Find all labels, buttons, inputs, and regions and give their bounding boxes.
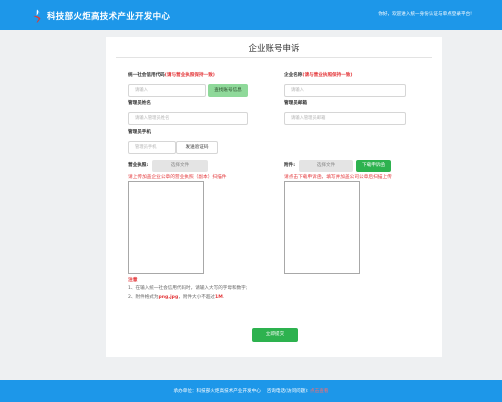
business-license-preview	[128, 181, 204, 274]
footer-bar: 承办单位：科技部火炬高技术产业开发中心 咨询电话(访问问题): 点击查看	[0, 380, 502, 402]
appeal-form-card: 企业账号申诉 统一社会信用代码(请与营业执照保持一致) 请输入 查找账号信息 企…	[106, 37, 442, 357]
company-name-requirement: (请与营业执照保持一致)	[302, 73, 353, 78]
title-divider	[116, 57, 432, 58]
attachment-choose-button[interactable]: 选择文件	[299, 160, 353, 172]
note-line-2: 2、附件格式为png,jpg，附件大小不超过1M.	[128, 294, 224, 300]
note-line-2-suffix: .	[222, 295, 225, 300]
credit-code-input[interactable]: 请输入	[128, 84, 206, 97]
note-line-1: 1、在输入统一社会信用代码时，请输入大写的字母和数字;	[128, 286, 248, 291]
business-license-hint: 请上传加盖企业公章的营业执照（副本）扫描件	[128, 175, 227, 180]
site-title: 科技部火炬高技术产业开发中心	[47, 12, 171, 22]
footer-text: 承办单位：科技部火炬高技术产业开发中心 咨询电话(访问问题): 点击查看	[0, 388, 502, 394]
admin-name-label: 管理员姓名	[128, 101, 151, 106]
torch-logo-icon	[33, 9, 41, 23]
footer-phone-hint: (访问问题):	[285, 389, 311, 394]
admin-phone-label: 管理员手机	[128, 130, 151, 135]
note-line-2-size: 1M	[215, 295, 223, 300]
submit-button[interactable]: 立即提交	[252, 328, 298, 342]
footer-phone-label: 咨询电话	[266, 389, 286, 394]
business-license-label: 营业执照:	[128, 163, 149, 168]
admin-phone-input[interactable]: 管理员手机	[128, 141, 176, 154]
note-line-2-prefix: 2、附件格式为	[128, 295, 159, 300]
credit-code-label-text: 统一社会信用代码	[128, 73, 165, 78]
query-account-button[interactable]: 查找账号信息	[208, 84, 248, 97]
download-appeal-letter-button[interactable]: 下载申诉函	[356, 160, 391, 172]
admin-email-label: 管理员邮箱	[284, 101, 307, 106]
company-name-label: 企业名称(请与营业执照保持一致)	[284, 72, 353, 78]
attachment-label: 附件:	[284, 163, 296, 168]
header-bar: 科技部火炬高技术产业开发中心 你好，欢迎进入统一身份认证与单点登录平台!	[0, 0, 502, 30]
note-line-2-formats: png,jpg	[158, 295, 179, 300]
company-name-input[interactable]: 请输入	[284, 84, 406, 97]
welcome-text: 你好，欢迎进入统一身份认证与单点登录平台!	[378, 12, 472, 17]
credit-code-label: 统一社会信用代码(请与营业执照保持一致)	[128, 72, 215, 78]
footer-phone-link[interactable]: 点击查看	[310, 389, 328, 394]
company-name-label-text: 企业名称	[284, 73, 303, 78]
admin-email-input[interactable]: 请输入管理员邮箱	[284, 112, 406, 125]
credit-code-requirement: (请与营业执照保持一致)	[164, 73, 215, 78]
notes-title: 注意	[128, 278, 138, 283]
attachment-hint: 请点击下载申诉函，填写并加盖公司公章后扫描上传	[284, 175, 392, 180]
admin-name-input[interactable]: 请输入管理员姓名	[128, 112, 248, 125]
page-title: 企业账号申诉	[248, 44, 300, 54]
business-license-choose-button[interactable]: 选择文件	[152, 160, 208, 172]
footer-host: 承办单位：科技部火炬高技术产业开发中心	[173, 389, 261, 394]
send-code-button[interactable]: 发送验证码	[176, 141, 218, 154]
attachment-preview	[284, 181, 360, 274]
note-line-2-middle: ，附件大小不超过	[178, 295, 216, 300]
